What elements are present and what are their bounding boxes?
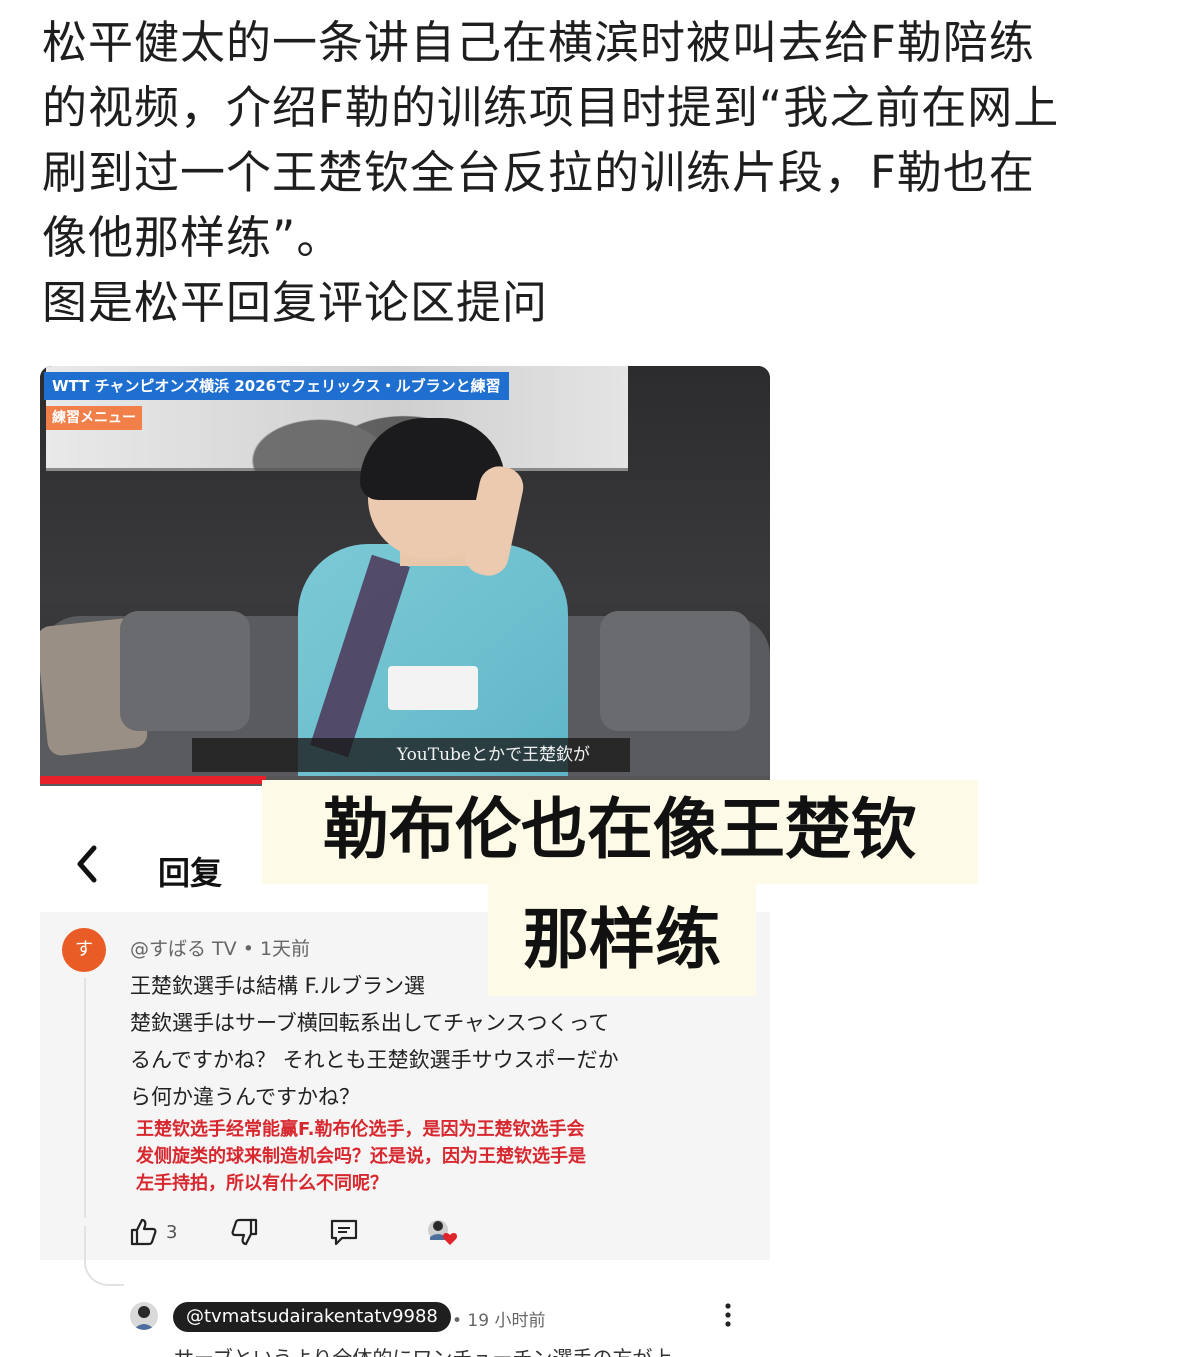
comment-line: 楚欽選手はサーブ横回転系出してチャンスつくって (130, 1011, 610, 1035)
thread-connector (84, 1226, 124, 1286)
post-text: 松平健太的一条讲自己在横滨时被叫去给F勒陪练 的视频，介绍F勒的训练项目时提到“… (42, 10, 1152, 335)
reply-item: @tvmatsudairakentatv9988 • 19 小时前 サーブという… (40, 1226, 770, 1357)
like-button[interactable]: 3 (128, 1212, 177, 1252)
post-line: 像他那样练”。 (42, 211, 343, 264)
translation-line: 左手持拍，所以有什么不同呢？ (136, 1173, 388, 1194)
video-subtitle: YouTubeとかで王楚欽が (192, 738, 630, 772)
avatar[interactable]: す (62, 928, 106, 972)
like-count: 3 (166, 1221, 178, 1243)
reply-button[interactable] (328, 1212, 360, 1252)
reply-time: • 19 小时前 (452, 1311, 546, 1331)
translation-line: 王楚钦选手经常能赢F.勒布伦选手，是因为王楚钦选手会 (136, 1119, 585, 1140)
reply-author-handle[interactable]: @tvmatsudairakentatv9988 (173, 1302, 451, 1332)
chevron-left-icon[interactable] (74, 844, 100, 884)
comment-line: るんですかね？ それとも王楚欽選手サウスポーだか (130, 1048, 619, 1072)
comment-line: ら何か違うんですかね？ (130, 1085, 360, 1109)
video-player[interactable]: WTT チャンピオンズ横浜 2026でフェリックス・ルブランと練習 練習メニュー… (40, 366, 770, 786)
sofa-cushion (600, 611, 750, 731)
avatar[interactable] (130, 1302, 158, 1330)
video-menu-tag: 練習メニュー (46, 406, 142, 430)
meta-separator: • (242, 938, 260, 960)
post-line: 刷到过一个王楚钦全台反拉的训练片段，F勒也在 (42, 146, 1035, 199)
caption-line-1: 勒布伦也在像王楚钦 (262, 780, 978, 884)
reply-sheet-title: 回复 (158, 854, 223, 892)
post-line: 松平健太的一条讲自己在横滨时被叫去给F勒陪练 (42, 16, 1035, 69)
post-line: 图是松平回复评论区提问 (42, 276, 549, 329)
comment-time: 1天前 (259, 938, 311, 960)
thumbs-down-icon (230, 1217, 260, 1247)
comment-actions: 3 (128, 1212, 728, 1252)
translation-line: 发侧旋类的球来制造机会吗？还是说，因为王楚钦选手是 (136, 1146, 586, 1167)
thread-line (84, 978, 86, 1218)
dislike-button[interactable] (230, 1212, 260, 1252)
creator-heart-badge (426, 1212, 460, 1252)
more-vertical-icon[interactable] (724, 1302, 732, 1332)
shirt-sponsor-logo (388, 666, 478, 710)
sofa-cushion (120, 611, 250, 731)
comment-meta: @すばる TV • 1天前 (130, 934, 310, 961)
comment-bubble-icon (328, 1217, 360, 1247)
video-title-banner: WTT チャンピオンズ横浜 2026でフェリックス・ルブランと練習 (44, 372, 509, 400)
caption-line-2: 那样练 (488, 884, 756, 996)
post-line: 的视频，介绍F勒的训练项目时提到“我之前在网上 (42, 81, 1060, 134)
thumbs-up-icon (128, 1217, 158, 1247)
video-progress-fill (40, 776, 267, 784)
comment-author[interactable]: @すばる TV (130, 938, 237, 960)
creator-heart-icon (426, 1217, 460, 1247)
comment-translation: 王楚钦选手经常能赢F.勒布伦选手，是因为王楚钦选手会 发侧旋类的球来制造机会吗？… (136, 1116, 736, 1197)
reply-text: サーブというより全体的にワンチューチン選手の方が上 (174, 1342, 672, 1357)
